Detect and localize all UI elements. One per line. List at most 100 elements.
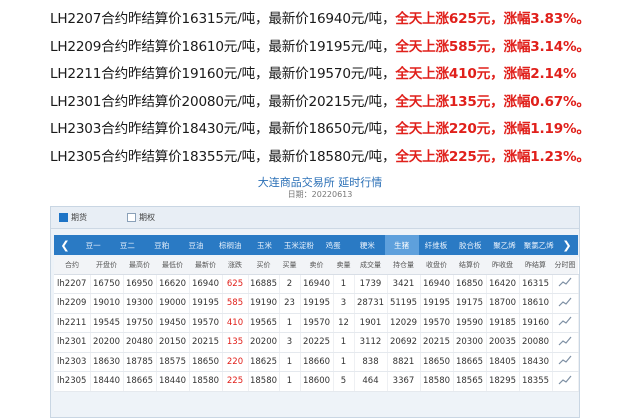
intraday-chart-cell[interactable] <box>552 293 579 314</box>
table-cell: 3367 <box>387 371 421 392</box>
table-cell: 18600 <box>300 371 334 392</box>
table-cell: 19545 <box>90 313 124 333</box>
column-header[interactable]: 最高价 <box>123 257 156 275</box>
trend-line-icon[interactable] <box>558 336 572 346</box>
table-cell: 20692 <box>387 332 421 353</box>
column-header[interactable]: 卖价 <box>300 257 333 275</box>
table-cell: 16940 <box>300 274 334 294</box>
table-cell: lh2207 <box>54 274 91 294</box>
tab-7[interactable]: 鸡蛋 <box>316 235 350 255</box>
table-cell: 20200 <box>90 332 124 353</box>
tab-13[interactable]: 聚氯乙烯 <box>522 235 556 255</box>
trend-line-icon[interactable] <box>558 277 572 287</box>
table-cell: 18355 <box>519 371 553 392</box>
column-header[interactable]: 昨结算 <box>519 257 552 275</box>
checkbox-options[interactable] <box>127 213 136 222</box>
filter-futures[interactable]: 期货 <box>59 212 87 223</box>
chevron-left-icon[interactable]: ❮ <box>54 235 76 255</box>
table-cell: 3112 <box>354 332 388 353</box>
table-cell: 1 <box>333 332 355 353</box>
column-header[interactable]: 分时图 <box>552 257 578 275</box>
tab-4[interactable]: 棕榈油 <box>213 235 247 255</box>
filter-options[interactable]: 期权 <box>127 212 155 223</box>
intraday-chart-cell[interactable] <box>552 371 579 392</box>
table-row[interactable]: lh2207 16750 16950 16620 16940 625 16885 2 16940… <box>54 274 579 294</box>
column-header[interactable]: 收盘价 <box>420 257 453 275</box>
table-cell: 1901 <box>354 313 388 333</box>
table-row[interactable]: lh2305 18440 18665 18440 18580 225 18580 1 18600… <box>54 371 579 392</box>
tab-12[interactable]: 聚乙烯 <box>487 235 521 255</box>
column-header[interactable]: 涨跌 <box>222 257 248 275</box>
table-cell: 19590 <box>453 313 487 333</box>
table-cell: 1 <box>279 352 301 372</box>
checkbox-futures[interactable] <box>59 213 68 222</box>
table-cell: 16940 <box>189 274 223 294</box>
table-cell: 51195 <box>387 293 421 314</box>
column-header[interactable]: 买量 <box>279 257 300 275</box>
tab-10[interactable]: 纤维板 <box>419 235 453 255</box>
tab-5[interactable]: 玉米 <box>247 235 281 255</box>
table-cell: 20080 <box>519 332 553 353</box>
table-cell: 3 <box>279 332 301 353</box>
table-row[interactable]: lh2211 19545 19750 19450 19570 410 19565 1 19570… <box>54 313 579 333</box>
table-cell: 20225 <box>300 332 334 353</box>
tab-8[interactable]: 粳米 <box>350 235 384 255</box>
table-cell: 19195 <box>420 293 454 314</box>
table-cell: 18660 <box>300 352 334 372</box>
table-cell: 838 <box>354 352 388 372</box>
table-row[interactable]: lh2301 20200 20480 20150 20215 135 20200 3 20225… <box>54 332 579 353</box>
tab-11[interactable]: 胶合板 <box>453 235 487 255</box>
table-cell: 18565 <box>453 371 487 392</box>
tab-1[interactable]: 豆二 <box>110 235 144 255</box>
table-cell: 18630 <box>90 352 124 372</box>
table-cell: 19000 <box>156 293 190 314</box>
column-header[interactable]: 买价 <box>248 257 279 275</box>
column-header[interactable]: 最新价 <box>189 257 222 275</box>
chevron-right-icon[interactable]: ❯ <box>556 235 578 255</box>
quote-date: 日期：20220613 <box>287 190 353 199</box>
tab-6[interactable]: 玉米淀粉 <box>282 235 316 255</box>
table-row[interactable]: lh2209 19010 19300 19000 19195 585 19190 23 1919… <box>54 293 579 314</box>
table-cell: 19570 <box>300 313 334 333</box>
column-header[interactable]: 持仓量 <box>387 257 420 275</box>
table-cell: 19190 <box>248 293 280 314</box>
column-header[interactable]: 合约 <box>54 257 90 275</box>
trend-line-icon[interactable] <box>558 355 572 365</box>
quote-table: 合约 开盘价 最高价 最低价 最新价 涨跌 买价 买量 卖价 卖量 成交量 持仓量 收盘价 结算价 昨收盘昨… <box>54 257 579 392</box>
table-cell: 20200 <box>248 332 280 353</box>
column-header[interactable]: 卖量 <box>333 257 354 275</box>
table-cell: 20300 <box>453 332 487 353</box>
table-cell: 16940 <box>420 274 454 294</box>
intraday-chart-cell[interactable] <box>552 313 579 333</box>
table-cell: 18575 <box>156 352 190 372</box>
table-cell: 585 <box>222 293 249 314</box>
table-cell: 18625 <box>248 352 280 372</box>
column-header[interactable]: 开盘价 <box>90 257 123 275</box>
table-cell: lh2209 <box>54 293 91 314</box>
table-cell: 19195 <box>189 293 223 314</box>
summary-line: LH2303合约昨结算价18430元/吨，最新价18650元/吨，全天上涨220… <box>50 121 590 137</box>
commodity-tab-bar: ❮ 豆一 豆二 豆粕 豆油 棕榈油 玉米 玉米淀粉 鸡蛋 粳米 生猪 纤维板 胶合板 聚乙烯 聚氯乙烯 ❯ <box>54 235 578 255</box>
trend-line-icon[interactable] <box>558 297 572 307</box>
intraday-chart-cell[interactable] <box>552 332 579 353</box>
summary-line: LH2211合约昨结算价19160元/吨，最新价19570元/吨，全天上涨410… <box>50 66 577 82</box>
table-row[interactable]: lh2303 18630 18785 18575 18650 220 18625 1 18660… <box>54 352 579 372</box>
intraday-chart-cell[interactable] <box>552 274 579 294</box>
column-header[interactable]: 最低价 <box>156 257 189 275</box>
tab-9[interactable]: 生猪 <box>384 235 419 255</box>
table-cell: 19300 <box>123 293 157 314</box>
tab-2[interactable]: 豆粕 <box>145 235 179 255</box>
table-cell: 220 <box>222 352 249 372</box>
table-cell: 18700 <box>486 293 520 314</box>
trend-line-icon[interactable] <box>558 316 572 326</box>
table-cell: 410 <box>222 313 249 333</box>
column-header[interactable]: 成交量 <box>354 257 387 275</box>
table-cell: 1 <box>333 352 355 372</box>
intraday-chart-cell[interactable] <box>552 352 579 372</box>
column-header[interactable]: 昨收盘 <box>486 257 519 275</box>
column-header[interactable]: 结算价 <box>453 257 486 275</box>
tab-3[interactable]: 豆油 <box>179 235 213 255</box>
table-cell: 12 <box>333 313 355 333</box>
tab-0[interactable]: 豆一 <box>76 235 110 255</box>
trend-line-icon[interactable] <box>558 375 572 385</box>
